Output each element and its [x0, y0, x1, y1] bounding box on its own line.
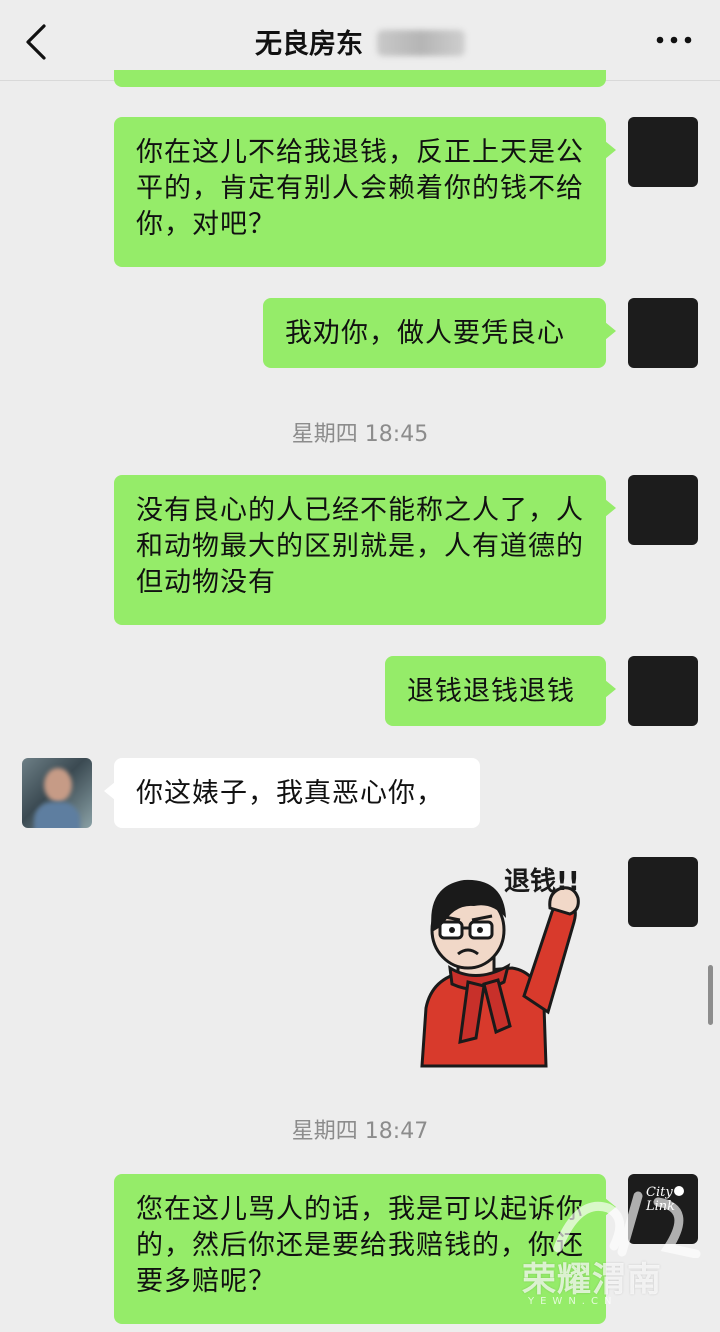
more-options-icon[interactable]: [654, 30, 694, 50]
blurred-name: [377, 30, 465, 56]
self-avatar[interactable]: [628, 857, 698, 927]
citylink-avatar[interactable]: City Link: [628, 1174, 698, 1244]
message-bubble-self[interactable]: 我劝你，做人要凭良心: [263, 298, 616, 368]
sticker-refund-icon[interactable]: 退钱!!: [412, 856, 602, 1068]
scrollbar-thumb[interactable]: [708, 965, 713, 1025]
message-timestamp: 星期四 18:45: [291, 422, 429, 447]
message-bubble-other[interactable]: 你这婊子，我真恶心你，: [104, 758, 480, 828]
sticker-caption: 退钱!!: [504, 867, 580, 897]
self-avatar[interactable]: [628, 656, 698, 726]
previous-message-bubble[interactable]: [114, 70, 606, 87]
citylink-logo: City Link: [646, 1186, 675, 1214]
message-timestamp: 星期四 18:47: [291, 1119, 429, 1144]
self-avatar[interactable]: [628, 475, 698, 545]
avatar-shirt-blur: [34, 802, 80, 828]
message-bubble-self[interactable]: 您在这儿骂人的话，我是可以起诉你的，然后你还是要给我赔钱的，你还要多赔呢？: [114, 1174, 616, 1324]
avatar-face-blur: [44, 768, 72, 802]
message-bubble-self[interactable]: 退钱退钱退钱: [385, 656, 616, 726]
chat-title: 无良房东: [0, 22, 720, 61]
message-bubble-self[interactable]: 没有良心的人已经不能称之人了，人和动物最大的区别就是，人有道德的但动物没有: [114, 475, 616, 625]
chat-title-text: 无良房东: [255, 29, 363, 60]
citylink-logo-line1: City: [646, 1185, 673, 1200]
citylink-logo-dot: [674, 1186, 684, 1196]
contact-avatar[interactable]: [22, 758, 92, 828]
citylink-logo-line2: Link: [646, 1199, 676, 1214]
self-avatar[interactable]: [628, 298, 698, 368]
chat-header: 无良房东: [0, 0, 720, 81]
message-bubble-self[interactable]: 你在这儿不给我退钱，反正上天是公平的，肯定有别人会赖着你的钱不给你，对吧？: [114, 117, 616, 267]
self-avatar[interactable]: [628, 117, 698, 187]
